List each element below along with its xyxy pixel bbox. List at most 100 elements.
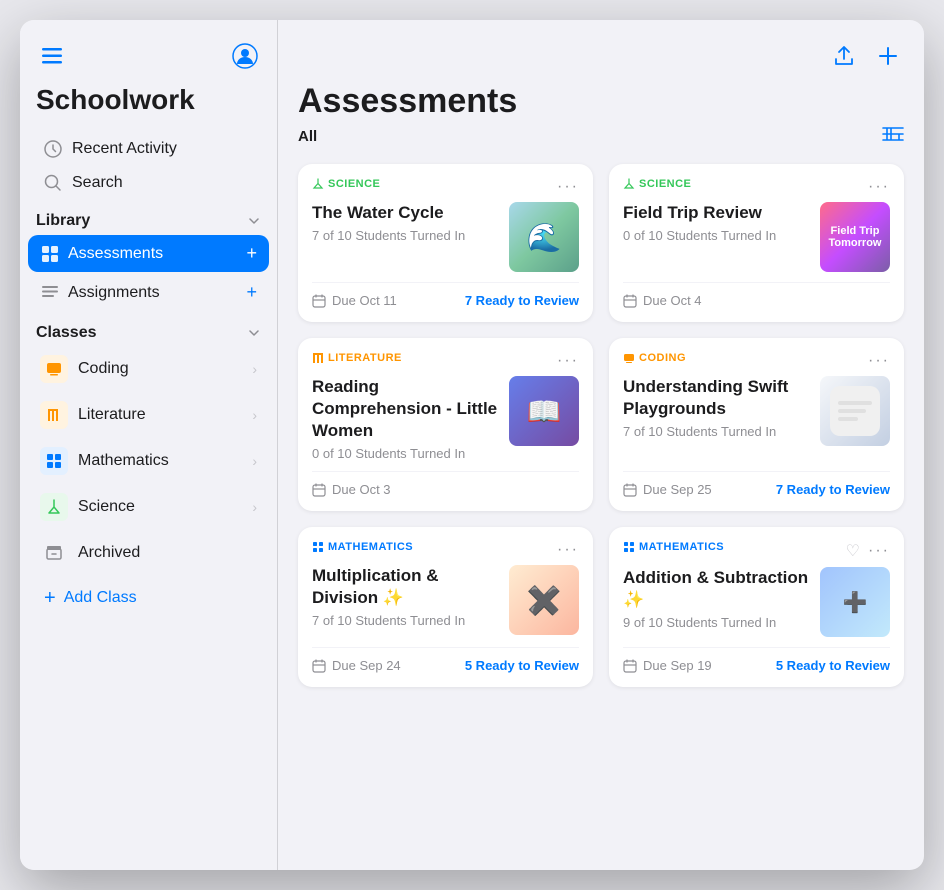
- card-top: Mathematics ♡ ···: [623, 541, 890, 561]
- card-info: The Water Cycle 7 of 10 Students Turned …: [312, 202, 501, 243]
- heart-btn[interactable]: ♡: [846, 541, 860, 561]
- add-class-btn[interactable]: + Add Class: [28, 580, 269, 616]
- card-review[interactable]: 5 Ready to Review: [465, 658, 579, 673]
- card-more-btn[interactable]: ···: [868, 542, 890, 560]
- calendar-icon: [312, 483, 326, 497]
- literature-class-icon: [40, 401, 68, 429]
- class-item-coding[interactable]: Coding ›: [28, 347, 269, 391]
- nav-item-search[interactable]: Search: [28, 166, 269, 200]
- library-chevron-icon: [247, 214, 261, 228]
- main-content: Assessments All: [278, 20, 924, 870]
- class-item-mathematics[interactable]: Mathematics ›: [28, 439, 269, 483]
- card-body: Multiplication & Division ✨ 7 of 10 Stud…: [312, 565, 579, 637]
- card-footer: Due Oct 4: [623, 282, 890, 308]
- card-footer: Due Oct 3: [312, 471, 579, 497]
- card-footer: Due Sep 24 5 Ready to Review: [312, 647, 579, 673]
- assignments-icon: [40, 283, 60, 303]
- card-review[interactable]: 7 Ready to Review: [776, 482, 890, 497]
- card-title: Field Trip Review: [623, 202, 812, 224]
- search-label: Search: [72, 174, 123, 192]
- subject-label: Coding: [639, 352, 686, 364]
- literature-left: Literature: [40, 401, 146, 429]
- card-footer: Due Sep 25 7 Ready to Review: [623, 471, 890, 497]
- mathematics-left: Mathematics: [40, 447, 169, 475]
- assignments-add-btn[interactable]: +: [246, 282, 257, 303]
- math-tag-icon2: [623, 541, 635, 553]
- card-top: Science ···: [312, 178, 579, 196]
- archived-label: Archived: [78, 544, 140, 562]
- archived-item[interactable]: Archived: [28, 531, 269, 575]
- card-more-btn[interactable]: ···: [868, 352, 890, 370]
- card-due: Due Oct 11: [312, 293, 397, 308]
- filter-icon-btn[interactable]: [882, 125, 904, 148]
- library-item-assignments[interactable]: Assignments +: [28, 274, 269, 311]
- main-header: [278, 20, 924, 72]
- literature-chevron-icon: ›: [252, 407, 257, 423]
- card-due: Due Oct 3: [312, 482, 391, 497]
- card-more-btn[interactable]: ···: [557, 352, 579, 370]
- calendar-icon: [312, 659, 326, 673]
- profile-btn[interactable]: [229, 40, 261, 72]
- classes-chevron-icon: [247, 326, 261, 340]
- card-title: Multiplication & Division ✨: [312, 565, 501, 609]
- card-swift-playgrounds[interactable]: Coding ··· Understanding Swift Playgroun…: [609, 338, 904, 511]
- class-item-science[interactable]: Science ›: [28, 485, 269, 529]
- card-top: Science ···: [623, 178, 890, 196]
- share-icon: [833, 45, 855, 67]
- card-top: Coding ···: [623, 352, 890, 370]
- card-water-cycle[interactable]: Science ··· The Water Cycle 7 of 10 Stud…: [298, 164, 593, 322]
- add-class-label: Add Class: [64, 589, 137, 607]
- card-addition-subtraction[interactable]: Mathematics ♡ ··· Addition & Subtraction…: [609, 527, 904, 687]
- math-tag-icon: [312, 541, 324, 553]
- card-top: Literature ···: [312, 352, 579, 370]
- page-title: Assessments: [298, 72, 904, 121]
- card-reading-comprehension[interactable]: Literature ··· Reading Comprehension - L…: [298, 338, 593, 511]
- search-icon: [44, 174, 62, 192]
- card-more-btn[interactable]: ···: [868, 178, 890, 196]
- card-subtitle: 9 of 10 Students Turned In: [623, 615, 812, 630]
- library-section-header: Library: [20, 200, 277, 234]
- sidebar-toggle-btn[interactable]: [36, 40, 68, 72]
- card-footer: Due Sep 19 5 Ready to Review: [623, 647, 890, 673]
- card-body: Field Trip Review 0 of 10 Students Turne…: [623, 202, 890, 272]
- coding-chevron-icon: ›: [252, 361, 257, 377]
- science-left: Science: [40, 493, 135, 521]
- card-info: Understanding Swift Playgrounds 7 of 10 …: [623, 376, 812, 439]
- subject-tag: Science: [312, 178, 380, 190]
- add-new-btn[interactable]: [872, 40, 904, 72]
- science-tag-icon2: [623, 178, 635, 190]
- card-footer: Due Oct 11 7 Ready to Review: [312, 282, 579, 308]
- card-subtitle: 7 of 10 Students Turned In: [623, 424, 812, 439]
- archived-left: Archived: [40, 539, 140, 567]
- card-more-btn[interactable]: ···: [557, 178, 579, 196]
- card-title: The Water Cycle: [312, 202, 501, 224]
- clock-icon: [44, 140, 62, 158]
- assignments-label: Assignments: [68, 284, 160, 302]
- share-btn[interactable]: [828, 40, 860, 72]
- card-multiplication-division[interactable]: Mathematics ··· Multiplication & Divisio…: [298, 527, 593, 687]
- assessments-add-btn[interactable]: +: [246, 243, 257, 264]
- archived-icon: [40, 539, 68, 567]
- assessments-label: Assessments: [68, 245, 163, 263]
- nav-item-recent-activity[interactable]: Recent Activity: [28, 132, 269, 166]
- card-more-btn[interactable]: ···: [557, 541, 579, 559]
- science-tag-icon: [312, 178, 324, 190]
- assessments-left: Assessments: [40, 244, 163, 264]
- card-due: Due Oct 4: [623, 293, 702, 308]
- card-thumbnail: 📖: [509, 376, 579, 446]
- calendar-icon: [623, 294, 637, 308]
- app-title: Schoolwork: [20, 80, 277, 132]
- library-item-assessments[interactable]: Assessments +: [28, 235, 269, 272]
- card-review[interactable]: 7 Ready to Review: [465, 293, 579, 308]
- card-title: Reading Comprehension - Little Women: [312, 376, 501, 442]
- class-item-literature[interactable]: Literature ›: [28, 393, 269, 437]
- subject-label: Literature: [328, 352, 402, 364]
- card-review[interactable]: 5 Ready to Review: [776, 658, 890, 673]
- card-field-trip[interactable]: Science ··· Field Trip Review 0 of 10 St…: [609, 164, 904, 322]
- coding-tag-icon: [623, 352, 635, 364]
- card-info: Field Trip Review 0 of 10 Students Turne…: [623, 202, 812, 243]
- library-section-title: Library: [36, 212, 90, 230]
- due-date: Due Oct 11: [332, 293, 397, 308]
- app-window: Schoolwork Recent Activity Search Librar…: [20, 20, 924, 870]
- due-date: Due Oct 3: [332, 482, 391, 497]
